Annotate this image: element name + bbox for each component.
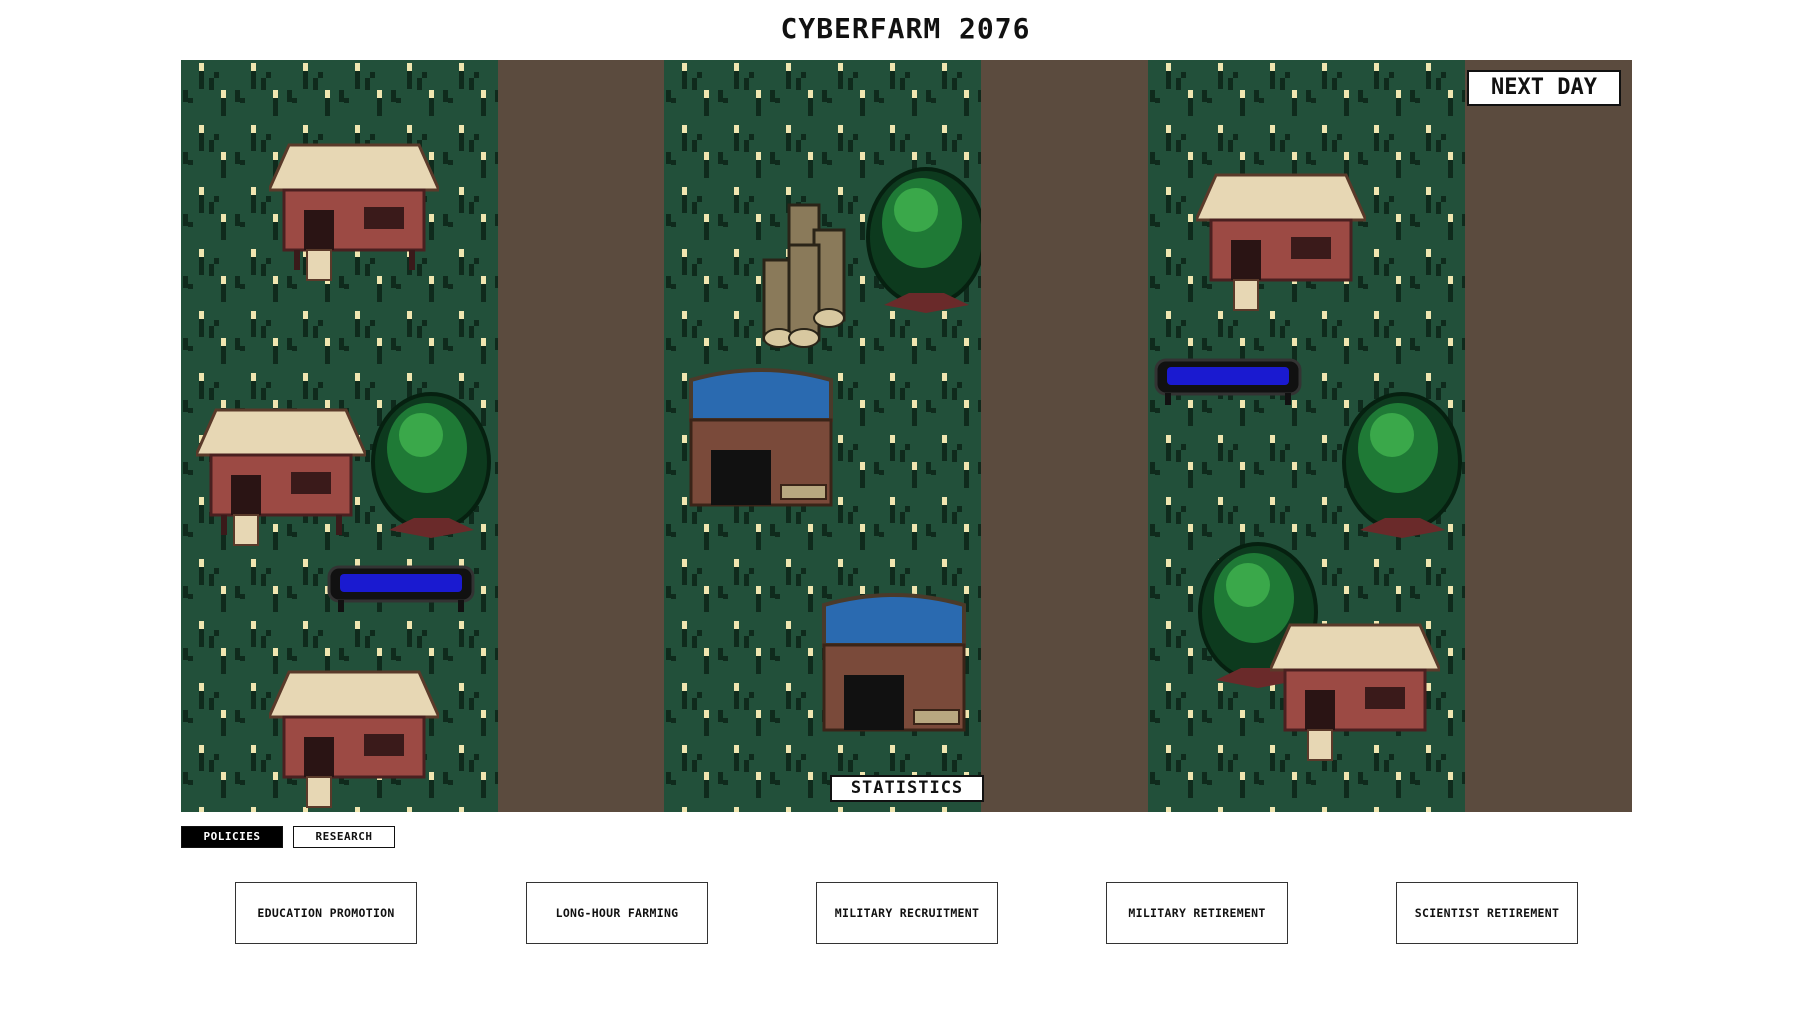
statistics-button[interactable]: STATISTICS	[830, 775, 984, 802]
tree-icon[interactable]	[864, 165, 989, 315]
field-1	[181, 60, 498, 812]
water-trough-icon[interactable]	[1153, 355, 1303, 407]
next-day-button[interactable]: NEXT DAY	[1467, 70, 1621, 106]
policy-long-hour-farming-button[interactable]: LONG-HOUR FARMING	[526, 882, 708, 944]
house-icon[interactable]	[1196, 165, 1366, 315]
barn-icon[interactable]	[819, 585, 969, 735]
field-3	[1148, 60, 1465, 812]
policy-military-recruitment-button[interactable]: MILITARY RECRUITMENT	[816, 882, 998, 944]
tab-research[interactable]: RESEARCH	[293, 826, 395, 848]
log-pile-icon[interactable]	[759, 200, 859, 350]
farm-board: NEXT DAY STATISTICS	[181, 60, 1632, 812]
field-2	[664, 60, 986, 812]
water-trough-icon[interactable]	[326, 562, 476, 614]
policy-military-retirement-button[interactable]: MILITARY RETIREMENT	[1106, 882, 1288, 944]
dirt-road	[981, 60, 1148, 812]
tab-policies[interactable]: POLICIES	[181, 826, 283, 848]
house-icon[interactable]	[1270, 615, 1440, 765]
house-icon[interactable]	[196, 400, 366, 550]
house-icon[interactable]	[269, 135, 439, 285]
dirt-road	[1465, 60, 1632, 812]
tree-icon[interactable]	[369, 390, 494, 540]
house-icon[interactable]	[269, 662, 439, 812]
game-title: CYBERFARM 2076	[780, 12, 1031, 45]
policy-education-promotion-button[interactable]: EDUCATION PROMOTION	[235, 882, 417, 944]
tree-icon[interactable]	[1340, 390, 1465, 540]
dirt-road	[498, 60, 664, 812]
policy-scientist-retirement-button[interactable]: SCIENTIST RETIREMENT	[1396, 882, 1578, 944]
barn-icon[interactable]	[686, 360, 836, 510]
